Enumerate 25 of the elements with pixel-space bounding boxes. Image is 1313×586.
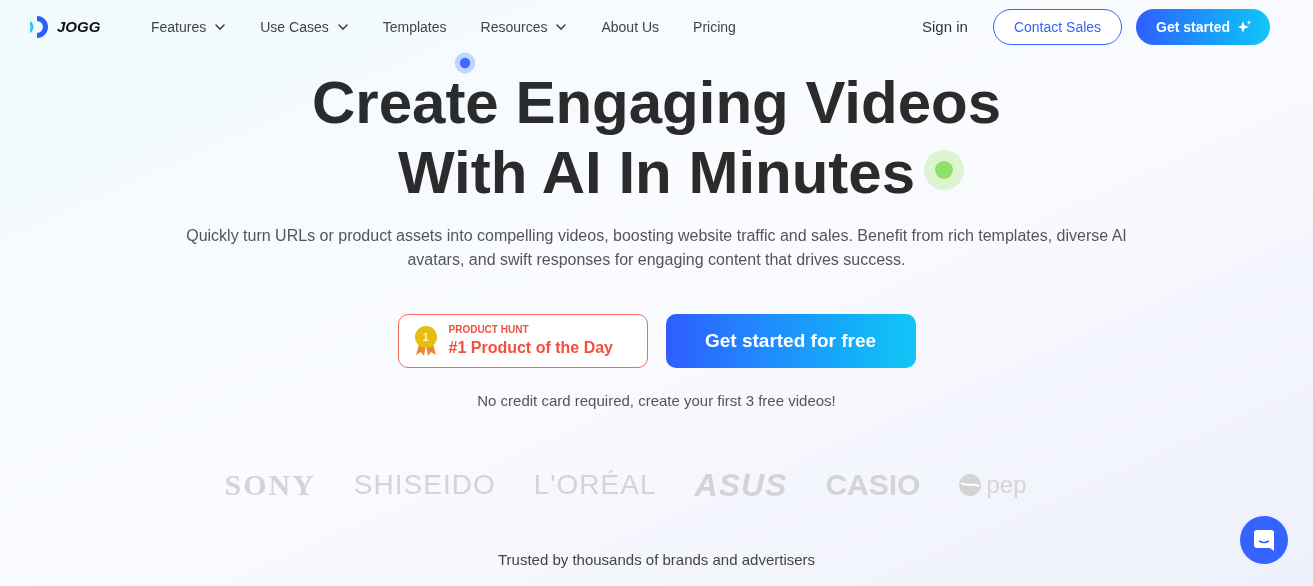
medal-badge: 1 [414, 326, 437, 348]
nav-link[interactable]: Pricing [693, 16, 736, 38]
nav-link[interactable]: About Us [601, 16, 660, 38]
trusted-caption: Trusted by thousands of brands and advertisers [497, 549, 816, 570]
hero-subtitle: Quickly turn URLs or product assets into compelling videos, boosting website traffic and sales. Benefit from rich templates, diverse AI avatars, and swift responses for engaging content that drives success. [185, 226, 1128, 270]
get-started-button[interactable]: Get started [1136, 9, 1270, 45]
contact-sales-button[interactable]: Contact Sales [992, 9, 1123, 45]
hero-title: With AI In Minutes [397, 138, 916, 208]
hero-title: Create Engaging Videos [311, 68, 1002, 138]
logo-text: JOGG [57, 16, 101, 37]
chat-button[interactable] [1240, 516, 1288, 564]
no-credit-card-note: No credit card required, create your first 3 free videos! [477, 391, 836, 411]
globe-logo-icon [958, 472, 983, 497]
award-label: #1 Product of the Day [448, 338, 613, 358]
nav-link[interactable]: Resources [480, 16, 568, 38]
award-kicker: PRODUCT HUNT [448, 323, 530, 337]
glow-dot-icon [921, 148, 966, 192]
sign-in-link[interactable]: Sign in [922, 15, 968, 39]
chat-icon [1254, 529, 1274, 551]
logo-icon[interactable] [29, 14, 51, 40]
nav-link[interactable]: Features [151, 16, 227, 38]
nav-link[interactable]: Use Cases [260, 16, 349, 38]
award-badge[interactable]: 1 PRODUCT HUNT #1 Product of the Day [397, 314, 648, 368]
nav-link[interactable]: Templates [382, 16, 447, 38]
sparkle-icon [1238, 20, 1252, 34]
